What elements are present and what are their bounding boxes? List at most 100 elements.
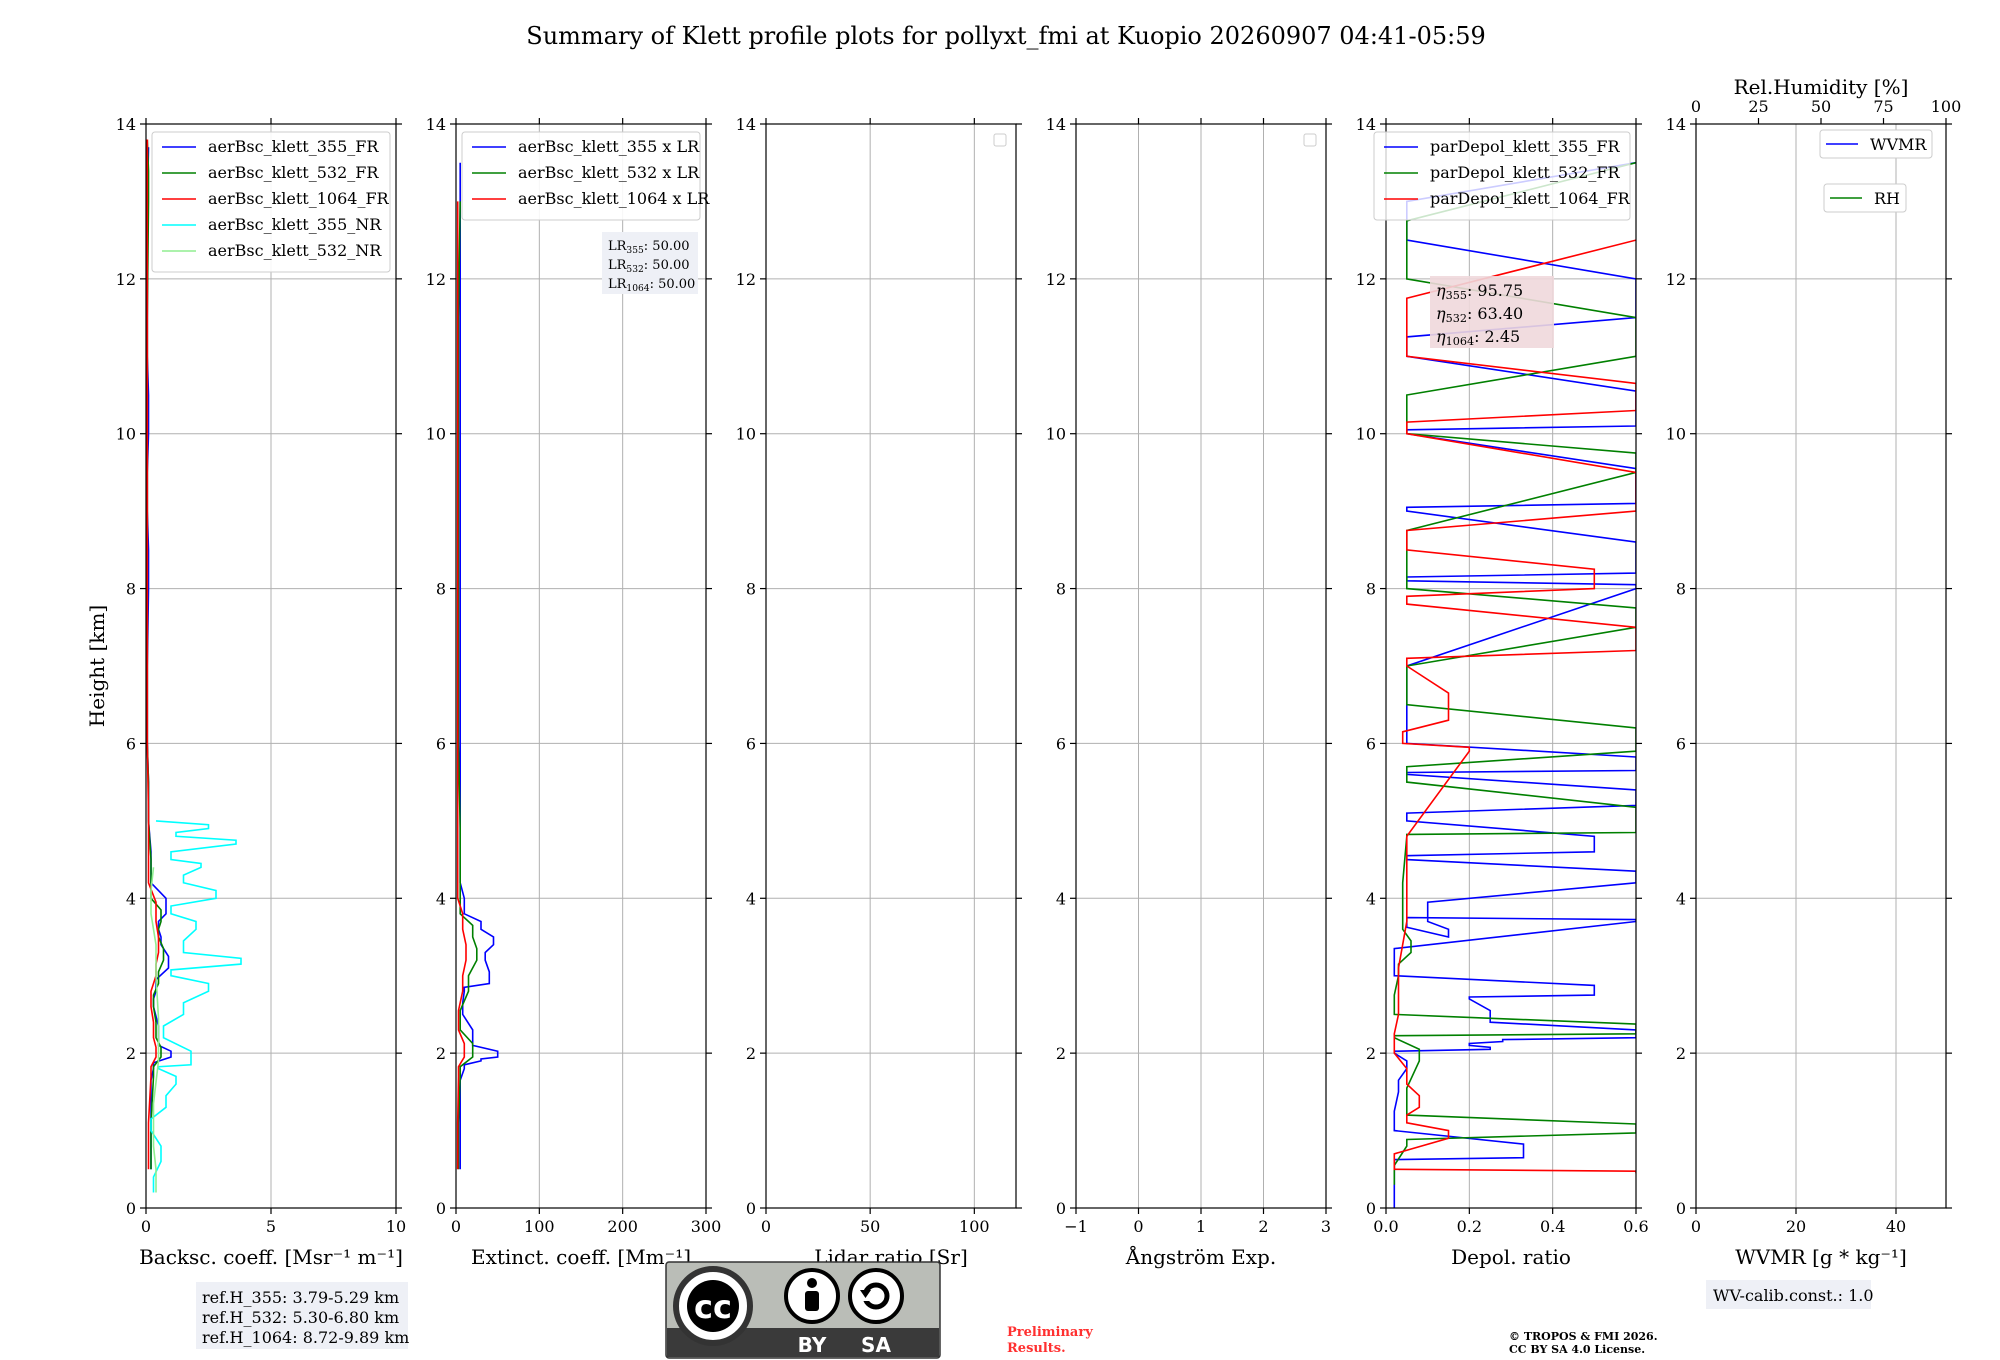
x-tick-label: −1 <box>1064 1217 1088 1236</box>
lidar-ratio-annotation: LR355: 50.00 LR532: 50.00 LR1064: 50.00 <box>602 232 698 294</box>
y-axis-label: Height [km] <box>85 605 109 727</box>
y-tick-label: 2 <box>746 1044 756 1063</box>
y-tick-label: 6 <box>1056 734 1066 753</box>
x-axis-label: WVMR [g * kg⁻¹] <box>1735 1245 1907 1269</box>
y-tick-label: 8 <box>436 580 446 599</box>
legend-label: WVMR <box>1870 135 1927 154</box>
legend-label: aerBsc_klett_532 x LR <box>518 163 700 182</box>
preliminary-results-line2: Results. <box>1007 1341 1066 1356</box>
y-tick-label: 10 <box>1046 425 1066 444</box>
y-tick-label: 4 <box>1676 889 1686 908</box>
x-axis-label: Backsc. coeff. [Msr⁻¹ m⁻¹] <box>139 1245 403 1269</box>
y-tick-label: 14 <box>116 115 136 134</box>
y-tick-label: 4 <box>1056 889 1066 908</box>
y-tick-label: 12 <box>1356 270 1376 289</box>
series-line-aerbsc-klett-1064-fr <box>146 139 160 1170</box>
legend-label: aerBsc_klett_355_NR <box>208 215 382 234</box>
x-tick-label: 5 <box>266 1217 276 1236</box>
legend-label: parDepol_klett_532_FR <box>1430 163 1621 182</box>
x-tick-label: 0 <box>141 1217 151 1236</box>
y-tick-label: 14 <box>426 115 446 134</box>
x-axis-label: Depol. ratio <box>1451 1245 1571 1269</box>
y-tick-label: 0 <box>436 1199 446 1218</box>
legend-label: parDepol_klett_355_FR <box>1430 137 1621 156</box>
x-tick-label: 200 <box>607 1217 638 1236</box>
y-tick-label: 6 <box>436 734 446 753</box>
x-tick-label: 100 <box>959 1217 990 1236</box>
y-tick-label: 10 <box>1356 425 1376 444</box>
legend-label: aerBsc_klett_1064 x LR <box>518 189 710 208</box>
legend: aerBsc_klett_355 x LR aerBsc_klett_532 x … <box>461 131 710 221</box>
x-tick-label: 0.0 <box>1373 1217 1398 1236</box>
y-tick-label: 12 <box>1046 270 1066 289</box>
y-tick-label: 4 <box>126 889 136 908</box>
y-tick-label: 10 <box>736 425 756 444</box>
sa-share-alike-icon <box>848 1268 904 1324</box>
legend: parDepol_klett_355_FR parDepol_klett_532_… <box>1373 131 1631 221</box>
x2-axis-label: Rel.Humidity [%] <box>1734 75 1909 99</box>
y-tick-label: 4 <box>746 889 756 908</box>
annotation-text: LR532: 50.00 <box>608 258 690 275</box>
preliminary-results-line1: Preliminary <box>1007 1325 1093 1340</box>
plot-frame <box>765 123 1017 1209</box>
y-tick-label: 2 <box>436 1044 446 1063</box>
y-tick-label: 6 <box>746 734 756 753</box>
wv-calib-constant: WV-calib.const.: 1.0 <box>1713 1286 1874 1305</box>
x-tick-label: 0.6 <box>1623 1217 1648 1236</box>
x-tick-label: 0 <box>451 1217 461 1236</box>
x-tick-label: 0 <box>1691 1217 1701 1236</box>
x-tick-label: 50 <box>860 1217 880 1236</box>
legend: WVMR RH <box>1819 129 1933 213</box>
empty-legend-box <box>1303 133 1317 147</box>
legend-label: parDepol_klett_1064_FR <box>1430 189 1631 208</box>
x-axis-label: Ångström Exp. <box>1125 1244 1276 1269</box>
series-line-aerbsc-klett-532-x-lr <box>457 201 478 1170</box>
legend-label: aerBsc_klett_532_FR <box>208 163 379 182</box>
y-tick-label: 0 <box>1056 1199 1066 1218</box>
x-tick-label: 40 <box>1886 1217 1906 1236</box>
ref-height-532: ref.H_532: 5.30-6.80 km <box>202 1308 399 1327</box>
y-tick-label: 10 <box>1666 425 1686 444</box>
wv-calib-box: WV-calib.const.: 1.0 <box>1706 1280 1874 1309</box>
series-line-aerbsc-klett-532-nr <box>150 867 160 1193</box>
x2-tick-label: 100 <box>1931 97 1962 116</box>
x-tick-label: 0 <box>1133 1217 1143 1236</box>
x-tick-label: 0.2 <box>1457 1217 1482 1236</box>
y-tick-label: 6 <box>1676 734 1686 753</box>
x2-tick-label: 0 <box>1691 97 1701 116</box>
y-tick-label: 0 <box>746 1199 756 1218</box>
legend-label: aerBsc_klett_355 x LR <box>518 137 700 156</box>
ref-height-1064: ref.H_1064: 8.72-9.89 km <box>202 1328 409 1347</box>
y-tick-label: 12 <box>736 270 756 289</box>
y-tick-label: 14 <box>1666 115 1686 134</box>
panel-2: 0 100 200 300 0 2 4 6 8 10 12 14 Extinct. coeff. [Mm… <box>426 115 722 1269</box>
y-tick-label: 4 <box>1366 889 1376 908</box>
x2-tick-label: 50 <box>1811 97 1831 116</box>
annotation-text: LR1064: 50.00 <box>608 277 695 294</box>
y-tick-label: 8 <box>1056 580 1066 599</box>
y-tick-label: 10 <box>116 425 136 444</box>
panel-6: 0 20 40 0 2 4 6 8 10 12 14 0 25 50 75 100 Rel.Humidity [… <box>1666 75 1962 1269</box>
panel-4: −1 0 1 2 302468101214Ångström Exp. <box>1046 115 1332 1269</box>
panel-1: 0 5 10 0 2 4 6 8 10 12 14 Backsc. coeff. [Msr⁻¹ m⁻¹… <box>85 115 406 1269</box>
y-tick-label: 0 <box>1366 1199 1376 1218</box>
legend-label: RH <box>1874 189 1900 208</box>
x-tick-label: 0 <box>761 1217 771 1236</box>
ref-height-355: ref.H_355: 3.79-5.29 km <box>202 1288 399 1307</box>
y-tick-label: 8 <box>126 580 136 599</box>
y-tick-label: 6 <box>126 734 136 753</box>
copyright-line1: © TROPOS & FMI 2026. <box>1509 1330 1658 1343</box>
legend: aerBsc_klett_355_FR aerBsc_klett_532_FRae… <box>151 131 391 273</box>
annotation-text: LR355: 50.00 <box>608 239 690 256</box>
y-tick-label: 12 <box>1666 270 1686 289</box>
x-tick-label: 20 <box>1786 1217 1806 1236</box>
x-tick-label: 300 <box>691 1217 722 1236</box>
y-tick-label: 2 <box>1366 1044 1376 1063</box>
x-axis-label: Extinct. coeff. [Mm⁻¹] <box>471 1245 691 1269</box>
y-tick-label: 2 <box>126 1044 136 1063</box>
panels: 0 5 1002468101214Backsc. coeff. [Msr⁻¹ m⁻¹… <box>85 75 1961 1269</box>
y-tick-label: 0 <box>1676 1199 1686 1218</box>
y-tick-label: 8 <box>746 580 756 599</box>
x-tick-label: 1 <box>1196 1217 1206 1236</box>
cc-by-sa-logo: cc BY SA <box>665 1261 941 1359</box>
